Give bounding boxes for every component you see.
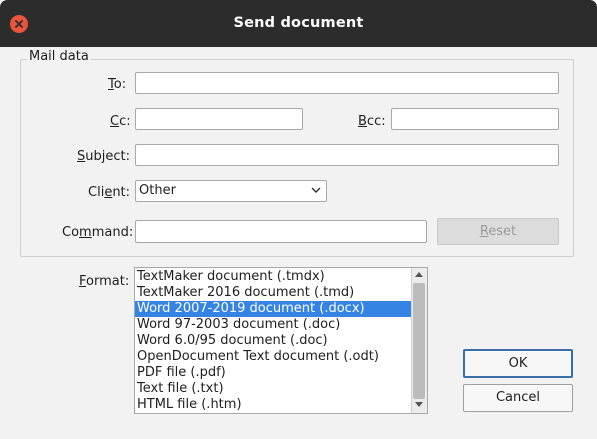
title-bar: Send document [0,0,597,47]
format-list-item[interactable]: Word 97-2003 document (.doc) [135,317,412,333]
format-label: Format: [79,274,130,289]
format-list-item[interactable]: OpenDocument Text document (.odt) [135,349,412,365]
to-label: To: [108,77,127,92]
format-list-item[interactable]: PDF file (.pdf) [135,365,412,381]
format-list-item[interactable]: TextMaker document (.tmdx) [135,269,412,285]
format-list-scrollbar[interactable] [411,268,427,413]
format-list[interactable]: TextMaker document (.tmdx) TextMaker 2016… [134,267,428,414]
bcc-field[interactable] [391,108,559,130]
ok-button[interactable]: OK [463,349,573,378]
mail-data-group-title: Mail data [27,49,91,64]
format-list-items: TextMaker document (.tmdx) TextMaker 2016… [135,269,412,413]
bcc-label: Bcc: [358,114,386,129]
send-document-dialog: Send document Mail data To: Cc: Bcc: Sub… [0,0,597,439]
client-select[interactable]: Other [135,180,327,202]
subject-label: Subject: [77,149,130,164]
cc-field[interactable] [135,108,303,130]
client-select-value: Other [139,183,176,198]
arrow-up-icon[interactable] [415,272,423,278]
format-list-item[interactable]: Text file (.txt) [135,381,412,397]
command-label: Command: [62,225,134,240]
format-list-item[interactable]: Word 2007-2019 document (.docx) [135,301,412,317]
to-field[interactable] [135,72,559,94]
format-list-item[interactable]: Word 6.0/95 document (.doc) [135,333,412,349]
format-list-item[interactable]: TextMaker 2016 document (.tmd) [135,285,412,301]
client-label: Client: [88,185,131,200]
arrow-down-icon[interactable] [415,402,423,408]
cc-label: Cc: [110,114,131,129]
reset-button[interactable]: Reset [437,218,559,245]
command-field[interactable] [135,220,427,243]
chevron-down-icon [311,187,321,193]
subject-field[interactable] [135,144,559,166]
scrollbar-thumb[interactable] [413,283,425,399]
format-list-item[interactable]: HTML file (.htm) [135,397,412,413]
window-title: Send document [233,15,364,31]
cancel-button[interactable]: Cancel [463,384,573,412]
